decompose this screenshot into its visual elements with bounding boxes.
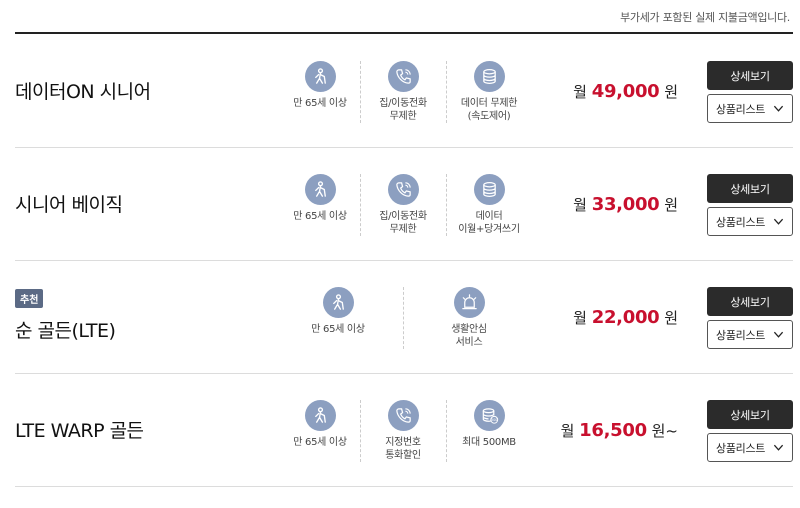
chevron-down-icon <box>773 331 784 338</box>
price-prefix: 월 <box>560 422 575 440</box>
detail-button[interactable]: 상세보기 <box>707 174 793 203</box>
senior-person-icon <box>322 287 354 318</box>
chevron-down-icon <box>773 218 784 225</box>
chevron-down-icon <box>773 105 784 112</box>
feature-safety: 생활안심 서비스 <box>426 287 512 349</box>
feature-call: 집/이동전화 무제한 <box>360 174 446 236</box>
detail-button[interactable]: 상세보기 <box>707 287 793 316</box>
price-amount: 22,000 <box>591 307 660 328</box>
price-amount: 49,000 <box>591 81 660 102</box>
dropdown-label: 상품리스트 <box>716 441 766 455</box>
alarm-siren-icon <box>453 287 485 318</box>
feature-label: 지정번호 통화할인 <box>385 437 421 461</box>
feature-data: 500 최대 500MB <box>446 400 532 449</box>
feature-label: 최대 500MB <box>462 437 516 448</box>
feature-label: 생활안심 서비스 <box>451 324 487 348</box>
feature-label: 만 65세 이상 <box>293 437 347 448</box>
vat-notice: 부가세가 포함된 실제 지불금액입니다. <box>620 11 790 24</box>
price-suffix: 원 <box>664 83 678 101</box>
top-divider <box>15 32 793 34</box>
phone-call-icon <box>387 400 419 431</box>
product-list-dropdown[interactable]: 상품리스트 <box>707 207 793 236</box>
price-prefix: 월 <box>573 196 587 214</box>
price-suffix: 원 <box>664 309 678 327</box>
price-prefix: 월 <box>573 83 587 101</box>
product-list-dropdown[interactable]: 상품리스트 <box>707 320 793 349</box>
product-list-dropdown[interactable]: 상품리스트 <box>707 433 793 462</box>
data-500-icon: 500 <box>473 400 505 431</box>
feature-call: 집/이동전화 무제한 <box>360 61 446 123</box>
plan-price: 월 22,000 원 <box>573 307 678 328</box>
feature-label: 집/이동전화 무제한 <box>379 211 427 235</box>
feature-data: 데이터 무제한 (속도제어) <box>446 61 532 123</box>
feature-divider <box>403 287 404 349</box>
plan-row: 시니어 베이직 만 65세 이상 집/이동전화 무제한 데이터 이월+당겨쓰기 … <box>15 148 793 261</box>
feature-label: 만 65세 이상 <box>293 211 347 222</box>
feature-label: 만 65세 이상 <box>293 98 347 109</box>
senior-person-icon <box>304 61 336 92</box>
recommend-badge: 추천 <box>15 289 44 308</box>
feature-label: 데이터 이월+당겨쓰기 <box>458 211 520 235</box>
plan-row: LTE WARP 골든 만 65세 이상 지정번호 통화할인 500 최대 50… <box>15 374 793 487</box>
plan-name: 데이터ON 시니어 <box>15 81 151 103</box>
dropdown-label: 상품리스트 <box>716 328 766 342</box>
price-prefix: 월 <box>573 309 587 327</box>
feature-age: 만 65세 이상 <box>277 174 363 223</box>
svg-text:500: 500 <box>491 418 497 422</box>
plan-price: 월 16,500 원~ <box>561 420 678 441</box>
plan-name: LTE WARP 골든 <box>15 420 144 442</box>
detail-button[interactable]: 상세보기 <box>707 400 793 429</box>
data-database-icon <box>473 61 505 92</box>
feature-age: 만 65세 이상 <box>277 400 363 449</box>
feature-call: 지정번호 통화할인 <box>360 400 446 462</box>
senior-person-icon <box>304 400 336 431</box>
plan-price: 월 49,000 원 <box>573 81 678 102</box>
plan-price: 월 33,000 원 <box>573 194 678 215</box>
plan-name: 시니어 베이직 <box>15 194 123 216</box>
senior-person-icon <box>304 174 336 205</box>
dropdown-label: 상품리스트 <box>716 215 766 229</box>
feature-label: 만 65세 이상 <box>311 324 365 335</box>
dropdown-label: 상품리스트 <box>716 102 766 116</box>
product-list-dropdown[interactable]: 상품리스트 <box>707 94 793 123</box>
feature-label: 데이터 무제한 (속도제어) <box>460 98 518 122</box>
chevron-down-icon <box>773 444 784 451</box>
feature-age: 만 65세 이상 <box>277 61 363 110</box>
plan-row: 데이터ON 시니어 만 65세 이상 집/이동전화 무제한 데이터 무제한 (속… <box>15 35 793 148</box>
data-database-icon <box>473 174 505 205</box>
feature-label: 집/이동전화 무제한 <box>379 98 427 122</box>
feature-age: 만 65세 이상 <box>295 287 381 336</box>
price-suffix: 원~ <box>651 422 678 440</box>
feature-data: 데이터 이월+당겨쓰기 <box>446 174 532 236</box>
plan-row: 추천 순 골든(LTE) 만 65세 이상 생활안심 서비스 월 22,000 … <box>15 261 793 374</box>
price-amount: 33,000 <box>591 194 660 215</box>
price-amount: 16,500 <box>579 420 647 441</box>
price-suffix: 원 <box>664 196 678 214</box>
phone-call-icon <box>387 61 419 92</box>
plan-name: 순 골든(LTE) <box>15 320 116 342</box>
detail-button[interactable]: 상세보기 <box>707 61 793 90</box>
phone-call-icon <box>387 174 419 205</box>
